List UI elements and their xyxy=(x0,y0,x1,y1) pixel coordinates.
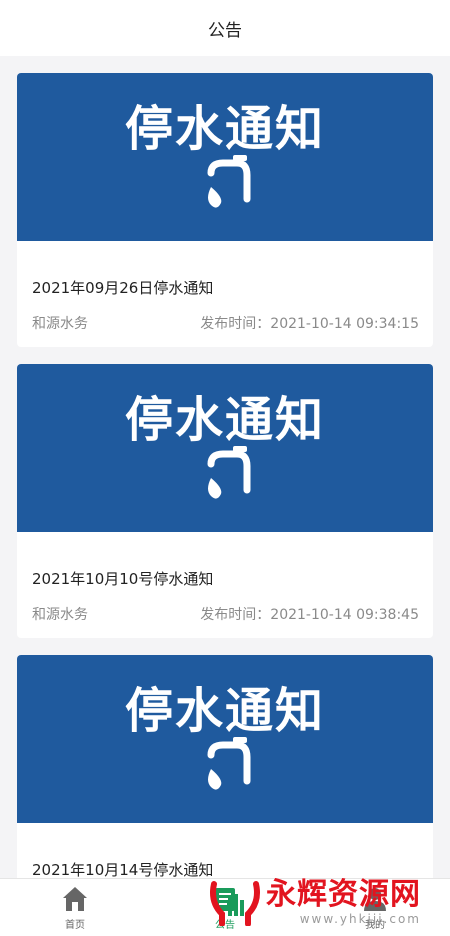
notice-title: 2021年10月14号停水通知 xyxy=(32,861,214,878)
notice-publish-time: 发布时间：2021-10-14 09:38:45 xyxy=(200,607,419,623)
notice-banner-image: 停水通知 xyxy=(17,73,433,241)
watermark: 永辉资源网 www.yhkjjj.com xyxy=(208,876,444,928)
page-title: 公告 xyxy=(208,20,242,41)
faucet-icon xyxy=(207,737,251,790)
notice-banner-image: 停水通知 xyxy=(17,364,433,532)
banner-text: 停水通知 xyxy=(124,392,325,448)
tab-label: 首页 xyxy=(65,920,85,931)
banner-text: 停水通知 xyxy=(124,683,325,739)
notice-source: 和源水务 xyxy=(32,316,88,332)
banner-text: 停水通知 xyxy=(124,101,325,157)
notice-meta: 和源水务 发布时间：2021-10-14 09:38:45 xyxy=(32,604,419,624)
page-header: 公告 xyxy=(0,0,450,56)
notice-meta: 和源水务 发布时间：2021-10-14 09:34:15 xyxy=(32,313,419,333)
watermark-title: 永辉资源网 xyxy=(266,877,421,912)
notice-title: 2021年09月26日停水通知 xyxy=(32,279,214,297)
notice-banner-image: 停水通知 xyxy=(17,655,433,823)
notice-list[interactable]: 停水通知 2021年09月26日停水通知 和源水务 发布时间：2021-10-1… xyxy=(0,56,450,878)
notice-card[interactable]: 停水通知 2021年10月14号停水通知 xyxy=(17,655,433,878)
notice-publish-time: 发布时间：2021-10-14 09:34:15 xyxy=(200,316,419,332)
faucet-icon xyxy=(207,155,251,208)
notice-title: 2021年10月10号停水通知 xyxy=(32,570,214,588)
notice-card[interactable]: 停水通知 2021年10月10号停水通知 和源水务 发布时间：2021-10-1… xyxy=(17,364,433,638)
tab-home[interactable]: 首页 xyxy=(0,879,150,936)
faucet-icon xyxy=(207,446,251,499)
home-icon xyxy=(63,887,87,911)
watermark-url: www.yhkjjj.com xyxy=(299,912,421,926)
watermark-logo-icon xyxy=(210,881,260,926)
notice-source: 和源水务 xyxy=(32,607,88,623)
notice-card[interactable]: 停水通知 2021年09月26日停水通知 和源水务 发布时间：2021-10-1… xyxy=(17,73,433,347)
